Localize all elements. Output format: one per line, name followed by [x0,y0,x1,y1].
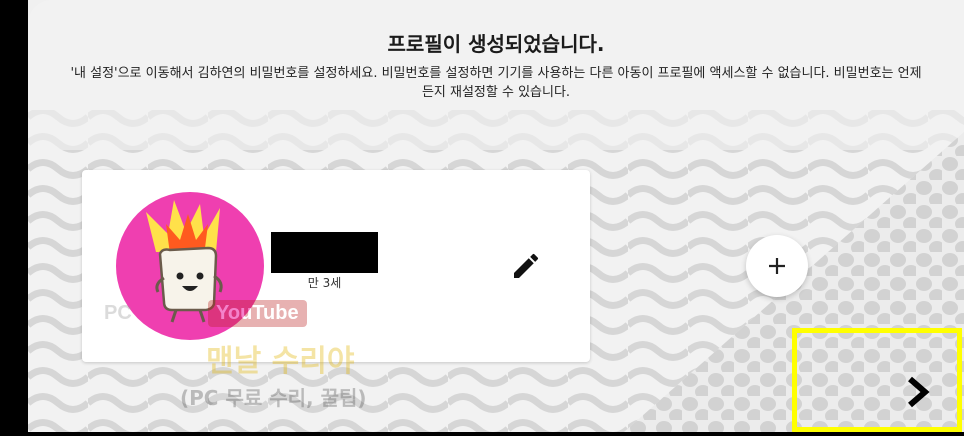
pencil-icon [514,253,539,278]
profile-name-redacted [271,232,378,273]
edit-profile-button[interactable] [504,244,548,288]
page-title: 프로필이 생성되었습니다. [387,32,605,56]
add-profile-button[interactable] [746,235,808,297]
next-button[interactable] [894,368,942,416]
profile-created-page: 프로필이 생성되었습니다. '내 설정'으로 이동해서 김하연의 비밀번호를 설… [28,0,964,432]
plus-icon [769,258,785,274]
profile-card[interactable]: 만 3세 [82,170,590,362]
page-description: '내 설정'으로 이동해서 김하연의 비밀번호를 설정하세요. 비밀번호를 설정… [70,66,922,100]
flaming-marshmallow-avatar [116,192,264,340]
device-bezel [0,0,28,432]
profile-age: 만 3세 [307,276,342,290]
app-screen: 프로필이 생성되었습니다. '내 설정'으로 이동해서 김하연의 비밀번호를 설… [0,0,964,432]
chevron-right-icon [908,376,930,408]
